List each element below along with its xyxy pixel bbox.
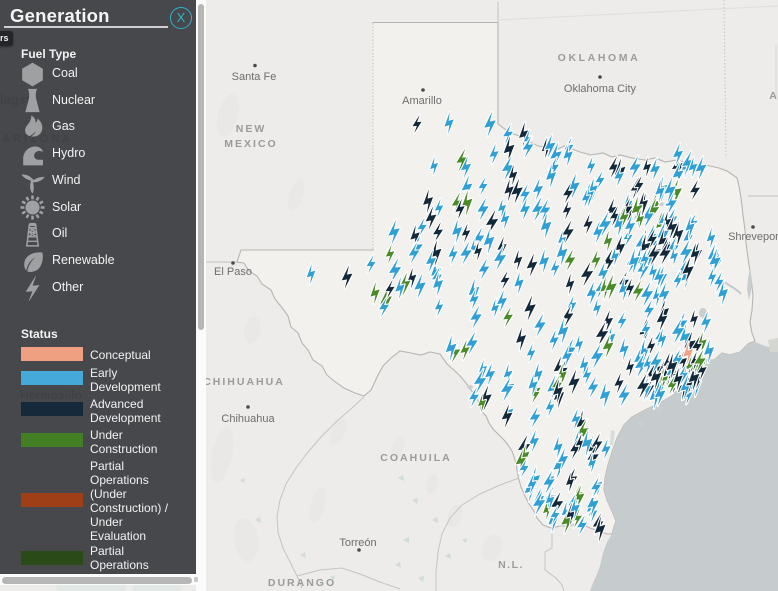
svg-text:Santa Fe: Santa Fe: [232, 71, 277, 83]
svg-text:DURANGO: DURANGO: [268, 577, 336, 589]
svg-text:N.L.: N.L.: [498, 559, 524, 571]
svg-text:Oklahoma City: Oklahoma City: [564, 83, 637, 95]
svg-text:Shreveport: Shreveport: [728, 231, 778, 243]
svg-text:Amarillo: Amarillo: [402, 95, 442, 107]
svg-text:NEW: NEW: [236, 123, 267, 135]
svg-text:El Paso: El Paso: [214, 266, 252, 278]
svg-text:Torreón: Torreón: [339, 537, 376, 549]
svg-text:OKLAHOMA: OKLAHOMA: [558, 52, 641, 64]
svg-text:MEXICO: MEXICO: [224, 138, 277, 150]
svg-text:Chihuahua: Chihuahua: [221, 413, 275, 425]
svg-text:COAHUILA: COAHUILA: [380, 452, 451, 464]
svg-text:A: A: [769, 90, 778, 102]
svg-text:CHIHUAHUA: CHIHUAHUA: [203, 376, 285, 388]
